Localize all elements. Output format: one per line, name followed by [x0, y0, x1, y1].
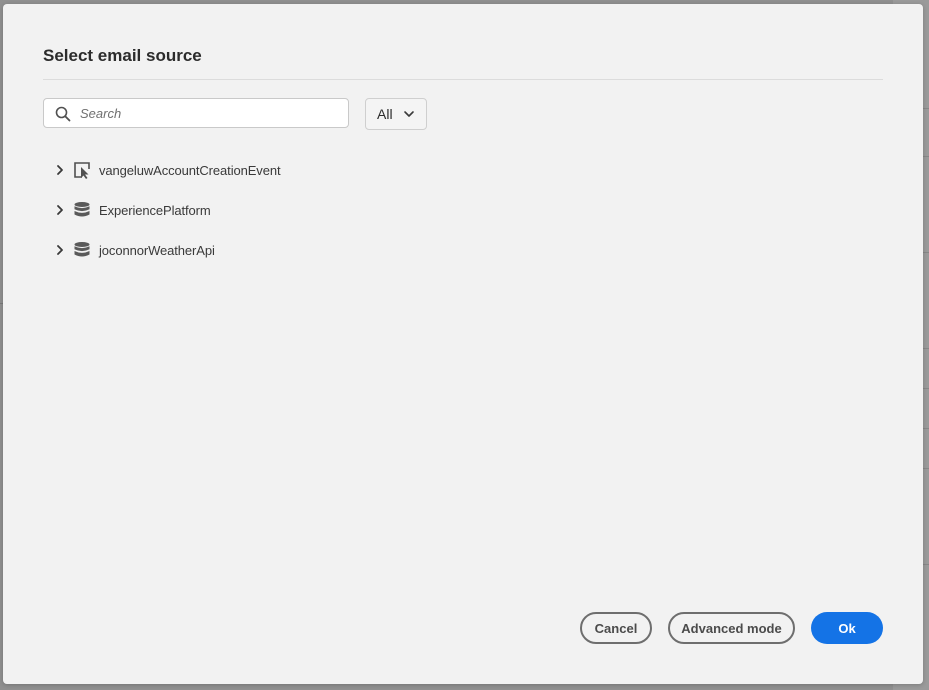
search-icon [55, 106, 71, 122]
tree-item-event[interactable]: vangeluwAccountCreationEvent [53, 150, 453, 190]
chevron-right-icon[interactable] [53, 243, 67, 257]
search-input[interactable] [80, 99, 340, 127]
search-field[interactable] [43, 98, 349, 128]
select-email-source-dialog: Select email source All vangeluwAccountC… [3, 4, 923, 684]
cancel-button[interactable]: Cancel [580, 612, 652, 644]
chevron-right-icon[interactable] [53, 163, 67, 177]
tree-item-label: ExperiencePlatform [99, 202, 211, 218]
advanced-mode-button[interactable]: Advanced mode [668, 612, 795, 644]
title-divider [43, 79, 883, 80]
tree-item-datasource[interactable]: ExperiencePlatform [53, 190, 453, 230]
chevron-right-icon[interactable] [53, 203, 67, 217]
filter-selected-value: All [377, 106, 393, 122]
database-icon [74, 242, 90, 257]
dialog-title: Select email source [43, 46, 202, 65]
filter-dropdown[interactable]: All [365, 98, 427, 130]
database-icon [74, 202, 90, 217]
source-tree: vangeluwAccountCreationEvent ExperienceP… [53, 150, 453, 270]
ok-button[interactable]: Ok [811, 612, 883, 644]
event-icon [74, 162, 90, 179]
chevron-down-icon [403, 111, 414, 117]
tree-item-datasource[interactable]: joconnorWeatherApi [53, 230, 453, 270]
tree-item-label: joconnorWeatherApi [99, 242, 215, 258]
tree-item-label: vangeluwAccountCreationEvent [99, 162, 281, 178]
